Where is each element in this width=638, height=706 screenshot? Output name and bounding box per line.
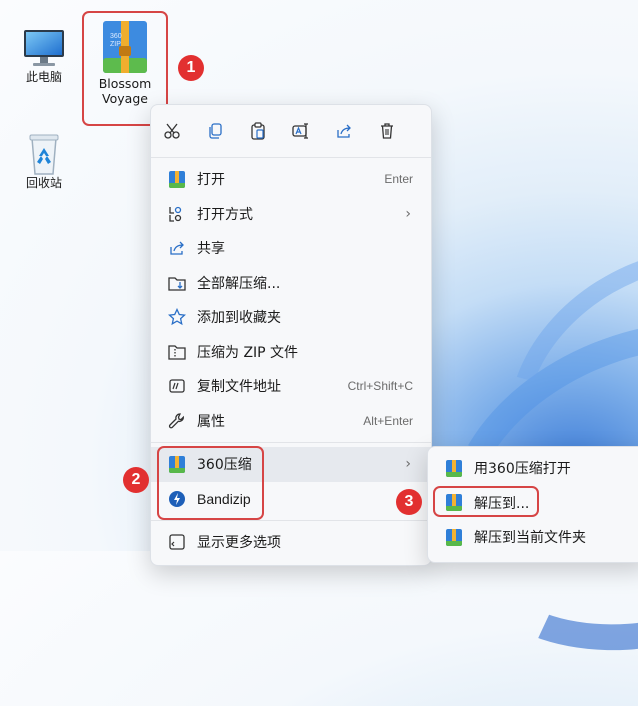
menu-item-properties[interactable]: 属性 Alt+Enter [151, 404, 431, 439]
context-toolbar [151, 105, 431, 157]
menu-item-extract-all[interactable]: 全部解压缩... [151, 266, 431, 301]
menu-item-shortcut: Alt+Enter [363, 413, 413, 428]
menu-item-label: 用360压缩打开 [474, 461, 571, 478]
open-with-icon [167, 204, 187, 224]
menu-item-label: 共享 [197, 241, 225, 258]
cut-icon [164, 123, 180, 139]
paste-button[interactable] [243, 116, 273, 146]
submenu-item-extract-here[interactable]: 解压到当前文件夹 [428, 520, 638, 555]
menu-item-label: 打开方式 [197, 206, 253, 223]
wrench-icon [167, 411, 187, 431]
menu-item-copy-path[interactable]: 复制文件地址 Ctrl+Shift+C [151, 369, 431, 404]
menu-item-label: 解压到当前文件夹 [474, 530, 586, 547]
rename-icon [292, 123, 308, 139]
share-button[interactable] [329, 116, 359, 146]
extract-folder-icon [167, 273, 187, 293]
desktop-icon-recycle-bin[interactable]: 回收站 [14, 132, 74, 191]
delete-icon [381, 123, 393, 139]
menu-separator [151, 157, 431, 158]
menu-item-share[interactable]: 共享 [151, 231, 431, 266]
menu-item-more-options[interactable]: 显示更多选项 [151, 525, 431, 560]
chevron-right-icon: › [405, 456, 411, 473]
menu-separator [151, 520, 431, 521]
zip-archive-icon [444, 527, 464, 547]
paste-icon [251, 122, 265, 140]
copy-path-icon [167, 376, 187, 396]
delete-button[interactable] [372, 116, 402, 146]
menu-item-label: 属性 [197, 413, 225, 430]
menu-item-label: 复制文件地址 [197, 379, 281, 396]
menu-item-label: 压缩为 ZIP 文件 [197, 344, 299, 361]
highlight-box-menu [157, 446, 264, 520]
share-icon [167, 238, 187, 258]
menu-item-label: 添加到收藏夹 [197, 310, 281, 327]
menu-item-label: 全部解压缩... [197, 275, 281, 292]
desktop-icon-this-pc[interactable]: 此电脑 [14, 28, 74, 85]
menu-item-label: 打开 [197, 172, 225, 189]
submenu-item-open-with-360[interactable]: 用360压缩打开 [428, 451, 638, 486]
recycle-bin-icon [24, 132, 64, 176]
desktop-icon-label: 回收站 [25, 176, 62, 190]
menu-item-add-favorites[interactable]: 添加到收藏夹 [151, 300, 431, 335]
share-icon [337, 124, 351, 138]
menu-item-label: 显示更多选项 [197, 535, 281, 552]
step-badge-2: 2 [123, 467, 149, 493]
copy-button[interactable] [200, 116, 230, 146]
zip-archive-icon [167, 169, 187, 189]
menu-item-compress-zip[interactable]: 压缩为 ZIP 文件 [151, 335, 431, 370]
star-icon [167, 307, 187, 327]
zip-folder-icon [167, 342, 187, 362]
menu-item-shortcut: Ctrl+Shift+C [347, 379, 413, 394]
cut-button[interactable] [157, 116, 187, 146]
step-badge-1: 1 [178, 55, 204, 81]
desktop-icon-label: 此电脑 [25, 70, 62, 84]
menu-item-open-with[interactable]: 打开方式 › [151, 197, 431, 232]
chevron-right-icon: › [405, 205, 411, 222]
zip-archive-icon [444, 458, 464, 478]
menu-item-open[interactable]: 打开 Enter [151, 162, 431, 197]
monitor-icon [21, 28, 67, 70]
rename-button[interactable] [286, 116, 316, 146]
menu-item-shortcut: Enter [384, 172, 413, 187]
step-badge-3: 3 [396, 489, 422, 515]
more-options-icon [167, 532, 187, 552]
menu-separator [151, 442, 431, 443]
highlight-box-submenu [433, 486, 539, 517]
copy-icon [209, 123, 222, 139]
